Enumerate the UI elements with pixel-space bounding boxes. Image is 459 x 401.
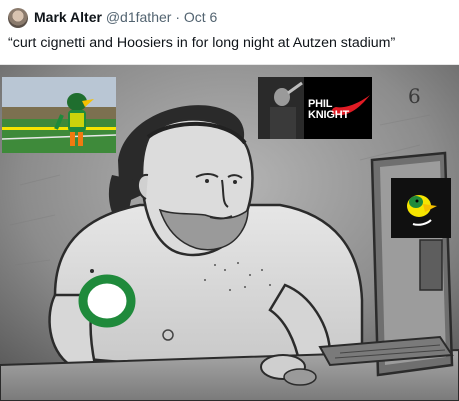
author-display-name[interactable]: Mark Alter bbox=[34, 9, 102, 25]
tweet-date[interactable]: Oct 6 bbox=[184, 9, 217, 25]
mouse bbox=[283, 368, 317, 386]
tweet-header: Mark Alter @d1father · Oct 6 “curt cigne… bbox=[0, 0, 459, 62]
avatar[interactable] bbox=[8, 8, 28, 28]
meta-separator: · bbox=[175, 9, 180, 25]
author-handle[interactable]: @d1father bbox=[106, 9, 172, 25]
knight-label-line2: KNIGHT bbox=[308, 109, 349, 121]
tweet-text: “curt cignetti and Hoosiers in for long … bbox=[8, 35, 396, 51]
mascot-photo-inset bbox=[2, 77, 116, 153]
wall-scribble: 6 bbox=[408, 84, 421, 108]
phil-knight-inset: PHIL KNIGHT bbox=[258, 77, 372, 139]
duck-logo-icon bbox=[391, 178, 451, 238]
meme-image[interactable]: 6 PHIL KNIGHT bbox=[0, 64, 459, 401]
author-row: Mark Alter @d1father · Oct 6 bbox=[34, 9, 217, 25]
phil-knight-label: PHIL KNIGHT bbox=[308, 99, 349, 121]
